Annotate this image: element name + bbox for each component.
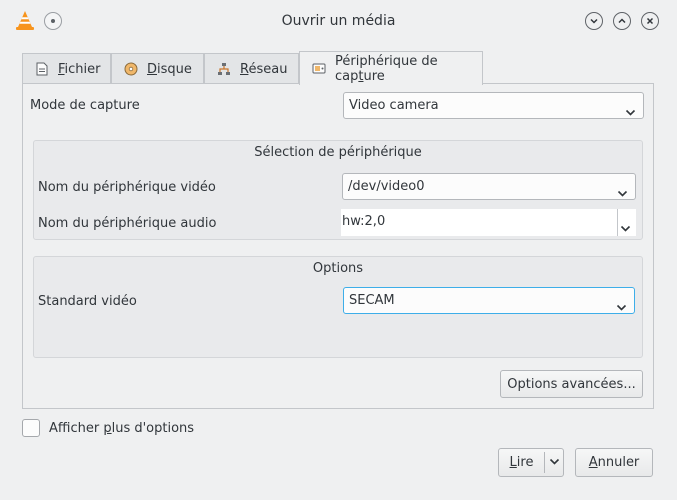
options-group: Options Standard vidéo SECAM <box>33 256 643 358</box>
tab-label: Fichier <box>58 61 101 77</box>
close-icon <box>646 17 654 25</box>
video-standard-dropdown[interactable]: SECAM <box>343 287 635 314</box>
options-title: Options <box>312 261 364 276</box>
cancel-button[interactable]: Annuler <box>575 448 653 477</box>
device-selection-group: Sélection de périphérique Nom du périphé… <box>33 140 643 240</box>
video-device-label: Nom du périphérique vidéo <box>38 180 216 195</box>
disc-icon <box>124 62 138 76</box>
play-options-dropdown[interactable] <box>545 449 563 476</box>
network-icon <box>217 62 231 76</box>
video-device-combo[interactable]: /dev/video0 <box>342 173 636 200</box>
device-selection-title: Sélection de périphérique <box>254 145 422 160</box>
video-device-value: /dev/video0 <box>348 179 425 194</box>
title-bar: Ouvrir un média <box>0 0 677 44</box>
tab-label: Périphérique de capture <box>335 53 438 84</box>
advanced-options-button[interactable]: Options avancées... <box>500 370 643 398</box>
capture-device-icon <box>312 62 326 76</box>
audio-device-label: Nom du périphérique audio <box>38 216 217 231</box>
capture-panel: Mode de capture Video camera Sélection d… <box>22 83 654 409</box>
chevron-down-icon <box>590 18 598 24</box>
close-button[interactable] <box>641 12 659 30</box>
video-standard-value: SECAM <box>349 293 395 308</box>
tab-label: Réseau <box>240 61 288 77</box>
window-title: Ouvrir un média <box>281 13 396 29</box>
minimize-button[interactable] <box>585 12 603 30</box>
video-standard-label: Standard vidéo <box>38 294 137 309</box>
maximize-button[interactable] <box>613 12 631 30</box>
capture-mode-dropdown[interactable]: Video camera <box>343 92 644 119</box>
chevron-down-icon <box>620 217 631 242</box>
show-more-options-checkbox[interactable] <box>22 419 40 437</box>
play-label: Lire <box>509 455 534 470</box>
capture-mode-label: Mode de capture <box>30 98 140 113</box>
play-button-group: Lire <box>498 448 564 477</box>
chevron-up-icon <box>618 18 626 24</box>
cancel-label: Annuler <box>588 455 640 470</box>
file-icon <box>35 62 49 76</box>
advanced-options-label: Options avancées... <box>507 376 636 392</box>
chevron-down-icon <box>617 182 628 207</box>
chevron-down-icon <box>616 296 627 321</box>
combo-divider <box>617 209 618 236</box>
play-button[interactable]: Lire <box>499 449 544 476</box>
show-more-options-label[interactable]: Afficher plus d'options <box>49 421 194 436</box>
capture-mode-value: Video camera <box>349 98 439 113</box>
audio-device-combo[interactable]: hw:2,0 <box>341 209 636 236</box>
tab-reseau[interactable]: Réseau <box>204 53 299 84</box>
chevron-down-icon <box>549 455 560 470</box>
audio-device-value: hw:2,0 <box>342 214 386 229</box>
tab-bar: Fichier Disque Réseau Périphérique de ca… <box>22 51 662 85</box>
chevron-down-icon <box>625 101 636 126</box>
tab-label: Disque <box>147 61 192 77</box>
tab-disque[interactable]: Disque <box>111 53 204 84</box>
tab-fichier[interactable]: Fichier <box>22 53 111 84</box>
tab-peripherique-de-capture[interactable]: Périphérique de capture <box>299 51 483 85</box>
